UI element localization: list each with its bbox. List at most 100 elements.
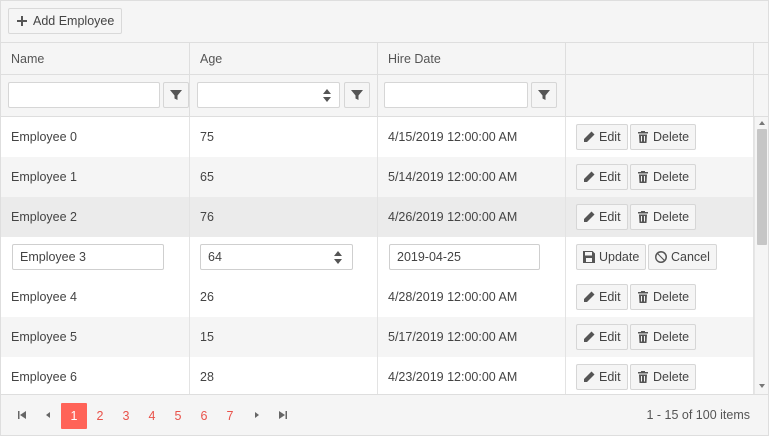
filter-cell-age xyxy=(190,75,378,117)
delete-label: Delete xyxy=(653,330,690,344)
cell-name: Employee 5 xyxy=(1,317,190,357)
table-row[interactable]: Employee 4 26 4/28/2019 12:00:00 AM Edit… xyxy=(1,277,754,317)
add-employee-button[interactable]: Add Employee xyxy=(8,8,123,34)
cell-hire-date: 5/14/2019 12:00:00 AM xyxy=(378,157,566,197)
hire-date-filter-button[interactable] xyxy=(531,82,557,108)
cell-age: 15 xyxy=(190,317,378,357)
filter-cell-commands xyxy=(566,75,754,117)
previous-page-button[interactable] xyxy=(36,403,60,427)
column-header-name[interactable]: Name xyxy=(1,43,190,75)
age-filter-input[interactable] xyxy=(197,82,340,108)
cancel-icon xyxy=(655,251,667,263)
table-row[interactable]: Employee 0 75 4/15/2019 12:00:00 AM Edit… xyxy=(1,117,754,157)
increase-icon xyxy=(334,250,342,256)
update-label: Update xyxy=(599,250,640,264)
cell-hire-date: 5/17/2019 12:00:00 AM xyxy=(378,317,566,357)
column-header-hire-date[interactable]: Hire Date xyxy=(378,43,566,75)
grid-pager: 1 2 3 4 5 6 7 1 - 15 of 100 items xyxy=(1,394,768,435)
cell-name: Employee 2 xyxy=(1,197,190,237)
name-filter-input[interactable] xyxy=(8,82,160,108)
name-filter-button[interactable] xyxy=(163,82,189,108)
increase-icon xyxy=(323,88,331,94)
pencil-icon xyxy=(584,211,595,222)
table-row[interactable]: Employee 1 65 5/14/2019 12:00:00 AM Edit… xyxy=(1,157,754,197)
page-4[interactable]: 4 xyxy=(139,403,165,429)
edit-button[interactable]: Edit xyxy=(576,124,628,150)
edit-button[interactable]: Edit xyxy=(576,364,628,390)
page-7[interactable]: 7 xyxy=(217,403,243,429)
delete-label: Delete xyxy=(653,130,690,144)
delete-label: Delete xyxy=(653,170,690,184)
scroll-down-icon[interactable] xyxy=(759,384,765,388)
hire-date-edit-input[interactable]: 2019-04-25 xyxy=(389,244,540,270)
cell-age: 75 xyxy=(190,117,378,157)
first-page-icon xyxy=(18,411,26,419)
delete-button[interactable]: Delete xyxy=(630,124,697,150)
delete-button[interactable]: Delete xyxy=(630,284,697,310)
pencil-icon xyxy=(584,371,595,382)
cell-name: Employee 6 xyxy=(1,357,190,394)
edit-label: Edit xyxy=(599,210,621,224)
employee-grid: Add Employee Name Age Hire Date Employee… xyxy=(0,0,769,436)
cell-age: 76 xyxy=(190,197,378,237)
next-page-button[interactable] xyxy=(245,403,269,427)
scroll-up-icon[interactable] xyxy=(759,121,765,125)
delete-button[interactable]: Delete xyxy=(630,204,697,230)
grid-body: Employee 0 75 4/15/2019 12:00:00 AM Edit… xyxy=(1,117,754,394)
last-page-button[interactable] xyxy=(271,403,295,427)
edit-label: Edit xyxy=(599,330,621,344)
trash-icon xyxy=(638,291,648,303)
vertical-scrollbar[interactable] xyxy=(754,117,768,394)
filter-icon xyxy=(538,90,550,100)
delete-label: Delete xyxy=(653,210,690,224)
pencil-icon xyxy=(584,171,595,182)
age-edit-spinner[interactable] xyxy=(328,246,348,268)
cancel-label: Cancel xyxy=(671,250,710,264)
delete-button[interactable]: Delete xyxy=(630,364,697,390)
page-5[interactable]: 5 xyxy=(165,403,191,429)
trash-icon xyxy=(638,171,648,183)
cell-name: Employee 0 xyxy=(1,117,190,157)
cell-age: 65 xyxy=(190,157,378,197)
cell-age: 26 xyxy=(190,277,378,317)
grid-header: Name Age Hire Date xyxy=(1,43,768,75)
table-row[interactable]: Employee 2 76 4/26/2019 12:00:00 AM Edit… xyxy=(1,197,754,237)
edit-label: Edit xyxy=(599,370,621,384)
cell-name: Employee 4 xyxy=(1,277,190,317)
cell-hire-date: 4/26/2019 12:00:00 AM xyxy=(378,197,566,237)
age-edit-input[interactable]: 64 xyxy=(200,244,353,270)
filter-row xyxy=(1,75,768,117)
cell-hire-date: 4/28/2019 12:00:00 AM xyxy=(378,277,566,317)
trash-icon xyxy=(638,371,648,383)
first-page-button[interactable] xyxy=(10,403,34,427)
cancel-button[interactable]: Cancel xyxy=(648,244,717,270)
plus-icon xyxy=(17,16,27,26)
delete-button[interactable]: Delete xyxy=(630,164,697,190)
edit-button[interactable]: Edit xyxy=(576,204,628,230)
trash-icon xyxy=(638,331,648,343)
update-button[interactable]: Update xyxy=(576,244,647,270)
hire-date-filter-input[interactable] xyxy=(384,82,528,108)
column-header-age[interactable]: Age xyxy=(190,43,378,75)
save-icon xyxy=(583,251,595,263)
page-2[interactable]: 2 xyxy=(87,403,113,429)
page-1[interactable]: 1 xyxy=(61,403,87,429)
page-3[interactable]: 3 xyxy=(113,403,139,429)
add-employee-label: Add Employee xyxy=(33,14,115,28)
next-page-icon xyxy=(255,412,259,418)
table-row[interactable]: Employee 5 15 5/17/2019 12:00:00 AM Edit… xyxy=(1,317,754,357)
page-6[interactable]: 6 xyxy=(191,403,217,429)
edit-button[interactable]: Edit xyxy=(576,164,628,190)
delete-label: Delete xyxy=(653,370,690,384)
edit-button[interactable]: Edit xyxy=(576,324,628,350)
pencil-icon xyxy=(584,331,595,342)
delete-button[interactable]: Delete xyxy=(630,324,697,350)
edit-button[interactable]: Edit xyxy=(576,284,628,310)
name-edit-input[interactable]: Employee 3 xyxy=(12,244,164,270)
pager-info: 1 - 15 of 100 items xyxy=(646,408,750,422)
age-filter-spinner[interactable] xyxy=(317,84,337,106)
age-filter-button[interactable] xyxy=(344,82,370,108)
table-row[interactable]: Employee 6 28 4/23/2019 12:00:00 AM Edit… xyxy=(1,357,754,394)
scrollbar-thumb[interactable] xyxy=(757,129,767,245)
table-row-editing[interactable]: Employee 3 64 2019-04-25 Update Cancel xyxy=(1,237,754,277)
